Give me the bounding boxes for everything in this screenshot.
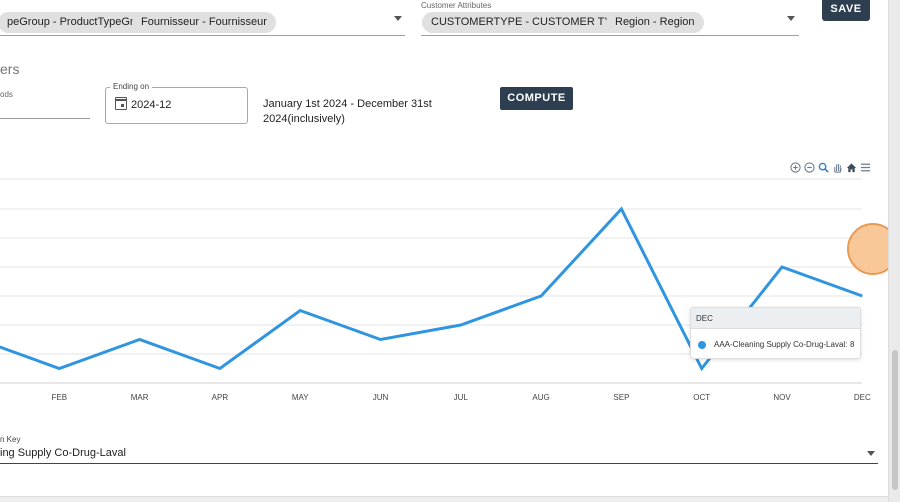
- x-tick-label: APR: [212, 393, 229, 402]
- chart-tooltip: DEC AAA-Cleaning Supply Co-Drug-Laval: 8: [690, 307, 861, 359]
- x-tick-label: OCT: [693, 393, 710, 402]
- periods-field-underline[interactable]: [0, 118, 90, 119]
- key-select-underline: [0, 463, 878, 464]
- x-tick-label: JUN: [373, 393, 389, 402]
- line-chart: FEB MAR APR MAY JUN JUL AUG SEP OCT NOV DEC: [0, 178, 871, 402]
- report-page: peGroup - ProductTypeGroup Fournisseur -…: [0, 0, 900, 502]
- calendar-icon[interactable]: [115, 97, 127, 110]
- product-filter-chevron-down-icon[interactable]: [394, 16, 402, 21]
- key-select-label: n Key: [0, 435, 21, 444]
- zoom-out-icon[interactable]: [804, 161, 815, 173]
- periods-label: ods: [0, 90, 13, 99]
- ending-on-label: Ending on: [110, 82, 153, 91]
- x-tick-label: JUL: [454, 393, 469, 402]
- filter-chip-region[interactable]: Region - Region: [606, 12, 704, 33]
- x-axis-ticks: FEB MAR APR MAY JUN JUL AUG SEP OCT NOV DEC: [52, 393, 871, 402]
- vertical-scrollbar-thumb[interactable]: [892, 350, 898, 490]
- x-tick-label: DEC: [854, 393, 871, 402]
- x-tick-label: AUG: [532, 393, 549, 402]
- save-button[interactable]: SAVE: [822, 0, 870, 21]
- chart-toolbar: [790, 160, 871, 174]
- home-icon[interactable]: [846, 162, 857, 173]
- x-tick-label: SEP: [613, 393, 629, 402]
- pan-hand-icon[interactable]: [832, 162, 843, 173]
- zoom-in-icon[interactable]: [790, 161, 801, 173]
- x-tick-label: NOV: [773, 393, 791, 402]
- customer-filter-underline: [421, 35, 799, 36]
- filter-chip-fournisseur[interactable]: Fournisseur - Fournisseur: [132, 12, 276, 33]
- product-filter-underline: [0, 35, 405, 36]
- series-color-dot: [698, 340, 706, 349]
- tooltip-header: DEC: [691, 308, 860, 329]
- date-range-description: January 1st 2024 - December 31st 2024(in…: [263, 97, 463, 127]
- key-select-chevron-down-icon[interactable]: [867, 451, 875, 456]
- magnify-icon[interactable]: [818, 162, 829, 173]
- menu-icon[interactable]: [860, 162, 871, 173]
- x-tick-label: FEB: [52, 393, 68, 402]
- bottom-scroll-area: [0, 496, 888, 502]
- filter-chip-customer-type[interactable]: CUSTOMERTYPE - CUSTOMER TYPE: [422, 12, 636, 33]
- customer-filter-chevron-down-icon[interactable]: [787, 16, 795, 21]
- tooltip-series-name: AAA-Cleaning Supply Co-Drug-Laval:: [714, 340, 848, 349]
- x-tick-label: MAR: [131, 393, 149, 402]
- x-tick-label: MAY: [292, 393, 309, 402]
- customer-attributes-label: Customer Attributes: [421, 1, 492, 10]
- tooltip-series-row: AAA-Cleaning Supply Co-Drug-Laval:: [698, 340, 847, 349]
- tooltip-value: 8: [850, 340, 855, 349]
- date-range-line-2: 2024(inclusively): [263, 113, 345, 125]
- ending-on-value[interactable]: 2024-12: [131, 99, 171, 111]
- compute-button[interactable]: COMPUTE: [500, 87, 573, 110]
- date-range-line-1: January 1st 2024 - December 31st: [263, 98, 432, 110]
- section-title: ers: [0, 61, 20, 77]
- key-select-value[interactable]: ing Supply Co-Drug-Laval: [0, 447, 126, 459]
